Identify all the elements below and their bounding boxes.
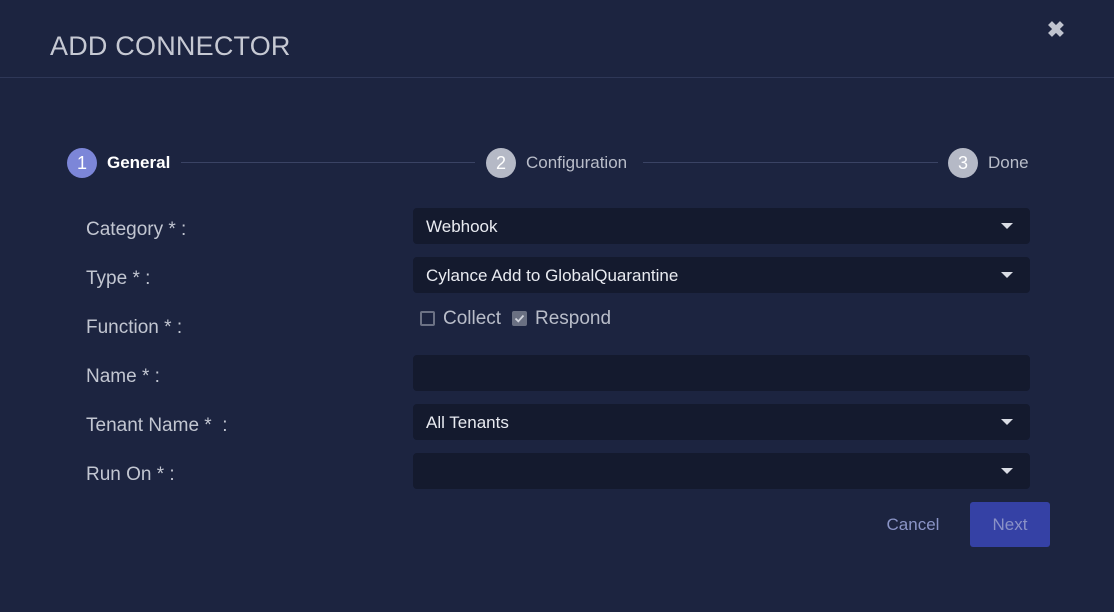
step-1-label: General [107,153,171,172]
tenant-label: Tenant Name * : [86,415,228,436]
name-label: Name * : [86,366,160,387]
next-button[interactable]: Next [970,502,1050,547]
respond-checkbox[interactable] [512,311,527,326]
category-select[interactable]: Webhook [413,208,1030,244]
cancel-button[interactable]: Cancel [873,503,953,547]
dialog-header: ADD CONNECTOR ✖ [0,0,1114,78]
step-3-number: 3 [948,148,978,178]
chevron-down-icon [1001,419,1013,425]
type-select[interactable]: Cylance Add to GlobalQuarantine [413,257,1030,293]
respond-label: Respond [535,308,612,329]
collect-checkbox[interactable] [420,311,435,326]
step-2-number: 2 [486,148,516,178]
chevron-down-icon [1001,223,1013,229]
type-label: Type * : [86,268,151,289]
category-label: Category * : [86,219,187,240]
name-input[interactable] [413,355,1030,391]
close-icon[interactable]: ✖ [1045,19,1067,41]
step-1-number: 1 [67,148,97,178]
run-on-select[interactable] [413,453,1030,489]
run-on-label: Run On * : [86,464,175,485]
function-label: Function * : [86,317,183,338]
check-icon [514,314,525,323]
tenant-select[interactable]: All Tenants [413,404,1030,440]
category-value: Webhook [426,217,498,236]
step-2-label: Configuration [526,153,628,172]
chevron-down-icon [1001,468,1013,474]
step-3-label: Done [988,153,1029,172]
chevron-down-icon [1001,272,1013,278]
type-value: Cylance Add to GlobalQuarantine [426,266,679,285]
collect-label: Collect [443,308,502,329]
step-connector [181,162,475,163]
step-connector [643,162,938,163]
tenant-value: All Tenants [426,413,509,432]
dialog-title: ADD CONNECTOR [50,31,291,61]
